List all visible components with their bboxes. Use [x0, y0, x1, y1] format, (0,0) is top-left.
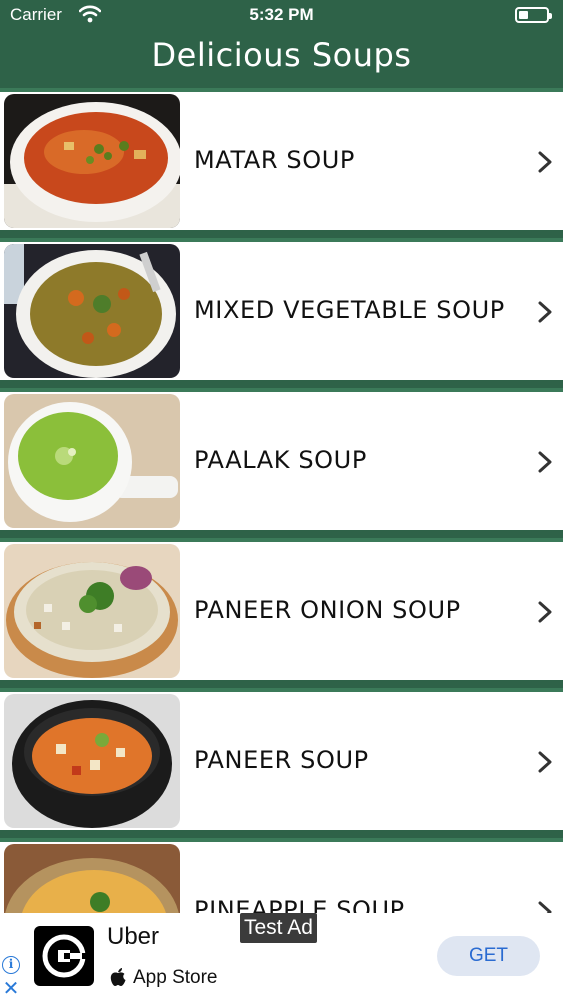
clock: 5:32 PM: [249, 5, 314, 24]
chevron-right-icon: [538, 301, 552, 323]
soup-title: PINEAPPLE SOUP: [194, 896, 405, 913]
paneer-soup-image: [4, 694, 180, 828]
ad-store-label: App Store: [133, 967, 218, 988]
ad-app-name: Uber: [107, 923, 160, 950]
list-item-paalak-soup[interactable]: PAALAK SOUP: [0, 388, 563, 530]
test-ad-badge: Test Ad: [240, 913, 317, 943]
soup-title: MATAR SOUP: [194, 146, 355, 174]
paneer-onion-soup-image: [4, 544, 180, 678]
soup-title: MIXED VEGETABLE SOUP: [194, 296, 505, 324]
get-button[interactable]: GET: [437, 936, 540, 976]
soup-title: PANEER SOUP: [194, 746, 369, 774]
pineapple-soup-image: [4, 844, 180, 913]
navigation-bar: Carrier 5:32 PM Delicious Soups: [0, 0, 563, 88]
apple-icon: [110, 968, 126, 986]
soup-title: PAALAK SOUP: [194, 446, 367, 474]
page-title: Delicious Soups: [151, 36, 412, 74]
chevron-right-icon: [538, 151, 552, 173]
chevron-right-icon: [538, 901, 552, 913]
ad-info-icon[interactable]: i: [2, 956, 20, 974]
battery-level: [519, 11, 528, 19]
list-item-mixed-vegetable-soup[interactable]: MIXED VEGETABLE SOUP: [0, 238, 563, 380]
soup-list[interactable]: MATAR SOUP MIXED VEGETABLE SOUP PAALAK S…: [0, 88, 563, 913]
ad-close-icon[interactable]: ✕: [2, 978, 20, 998]
list-item-paneer-onion-soup[interactable]: PANEER ONION SOUP: [0, 538, 563, 680]
list-item-matar-soup[interactable]: MATAR SOUP: [0, 88, 563, 230]
uber-logo-icon: [34, 926, 94, 986]
matar-soup-image: [4, 94, 180, 228]
chevron-right-icon: [538, 751, 552, 773]
chevron-right-icon: [538, 451, 552, 473]
mixed-vegetable-soup-image: [4, 244, 180, 378]
list-item-paneer-soup[interactable]: PANEER SOUP: [0, 688, 563, 830]
status-bar: Carrier 5:32 PM: [0, 0, 563, 30]
list-item-pineapple-soup[interactable]: PINEAPPLE SOUP: [0, 838, 563, 913]
chevron-right-icon: [538, 601, 552, 623]
battery-icon: [515, 7, 552, 23]
soup-title: PANEER ONION SOUP: [194, 596, 461, 624]
paalak-soup-image: [4, 394, 180, 528]
